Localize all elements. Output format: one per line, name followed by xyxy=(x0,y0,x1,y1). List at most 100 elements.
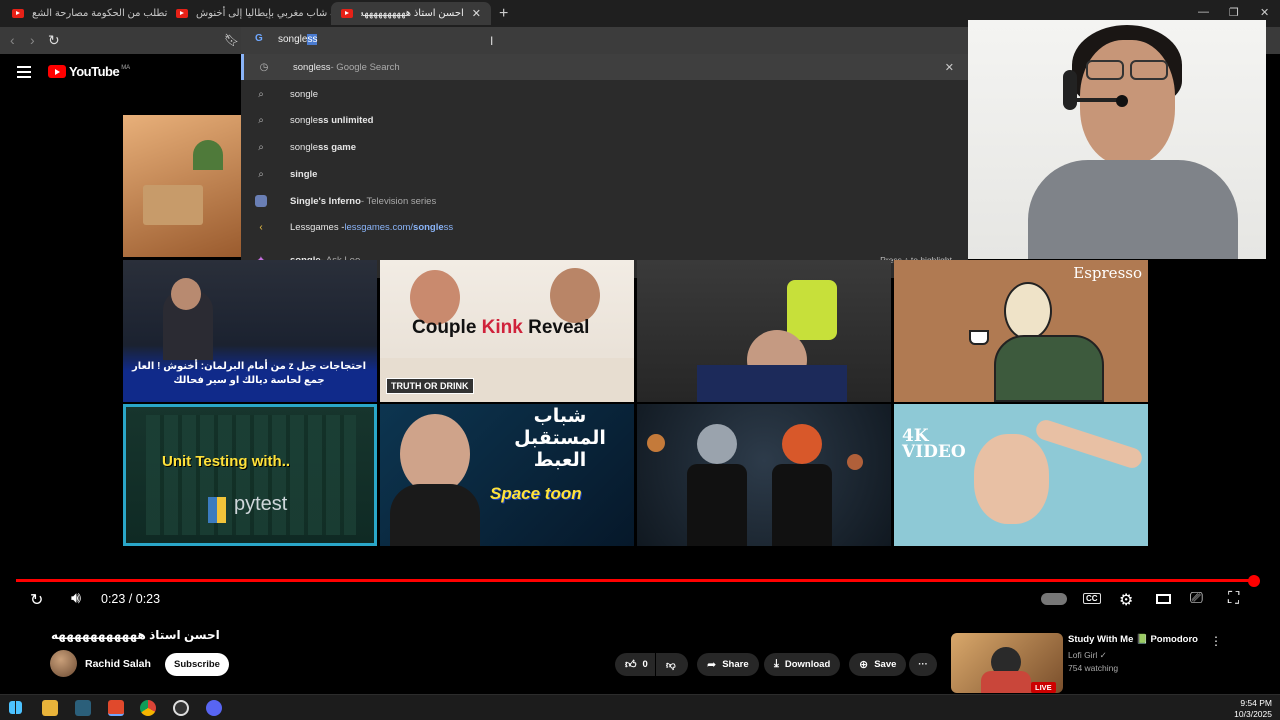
share-label: Share xyxy=(722,659,749,670)
back-icon[interactable]: ‹ xyxy=(10,32,15,48)
clock-date: 10/3/2025 xyxy=(1234,709,1272,719)
suggestion-item[interactable]: Single's Inferno - Television series xyxy=(241,188,968,214)
replay-icon[interactable]: ↻ xyxy=(30,590,43,610)
video-title: احسن استاذ هههههههههههه xyxy=(51,628,220,642)
video-thumbnail[interactable] xyxy=(637,260,891,402)
channel-avatar[interactable] xyxy=(50,650,77,677)
youtube-favicon-icon xyxy=(341,9,353,18)
subscribe-button[interactable]: Subscribe xyxy=(165,653,229,676)
suggestion-text: songless xyxy=(293,61,331,73)
youtube-logo[interactable]: YouTube MA xyxy=(48,64,130,79)
caption-part: Couple xyxy=(412,317,482,338)
thumbnail-caption: Unit Testing with.. xyxy=(162,453,291,470)
suggestion-text: Single's Inferno xyxy=(290,195,361,207)
suggestion-item[interactable]: ⌕ single xyxy=(241,161,968,187)
restore-button[interactable]: ❐ xyxy=(1229,6,1239,19)
suggestion-item[interactable]: ◷ songless - Google Search ✕ xyxy=(241,54,968,80)
autoplay-toggle[interactable] xyxy=(1041,593,1067,605)
close-window-button[interactable]: ✕ xyxy=(1260,6,1269,19)
save-label: Save xyxy=(874,659,897,670)
start-icon[interactable] xyxy=(9,701,22,714)
suggestion-item[interactable]: ⌕ songle xyxy=(241,81,968,107)
menu-icon[interactable] xyxy=(17,66,31,81)
dislike-button[interactable]: 👎︎ xyxy=(656,653,688,676)
save-button[interactable]: ⊕ Save xyxy=(849,653,907,676)
live-badge: LIVE xyxy=(1031,682,1056,693)
video-thumbnail[interactable]: Espresso xyxy=(894,260,1148,402)
video-thumbnail-selected[interactable]: Unit Testing with.. pytest xyxy=(123,404,377,546)
suggestion-url: lessgames.com/ xyxy=(344,221,414,233)
settings-gear-icon[interactable]: ⚙ xyxy=(1119,590,1133,610)
download-label: Download xyxy=(784,659,831,670)
logo-text: YouTube xyxy=(69,64,120,79)
system-clock[interactable]: 9:54 PM 10/3/2025 xyxy=(1234,698,1272,720)
download-icon: ⤓ xyxy=(774,658,779,670)
bookmark-icon[interactable]: 🔖︎ xyxy=(224,33,239,47)
app-icon[interactable] xyxy=(75,700,91,716)
video-thumbnail[interactable]: احتجاجات جيل z من أمام البرلمان: أخنوش !… xyxy=(123,260,377,402)
tab-1[interactable]: طبيبة تطلب من الحكومة مصارحة الشع xyxy=(2,2,170,25)
cast-icon[interactable]: ⎚ xyxy=(1190,590,1203,608)
discord-icon[interactable] xyxy=(206,700,222,716)
tab-2[interactable]: رسالة شاب مغربي بإيطاليا إلى أخنوش xyxy=(166,2,331,25)
caption-part: Reveal xyxy=(522,317,590,338)
share-button[interactable]: ➦ Share xyxy=(697,653,759,676)
address-input[interactable]: songless xyxy=(278,34,318,45)
obs-icon[interactable] xyxy=(173,700,189,716)
tab-title: احسن استاذ ههههههههههه - YouTube xyxy=(361,8,464,19)
tab-title: رسالة شاب مغربي بإيطاليا إلى أخنوش xyxy=(196,8,331,19)
like-button[interactable]: 👍︎ 0 xyxy=(615,653,655,676)
address-bar[interactable]: G songless xyxy=(241,27,968,54)
thumbs-down-icon: 👎︎ xyxy=(666,659,676,671)
subtitles-button[interactable]: CC xyxy=(1083,593,1101,604)
thumbnail-caption: Espresso xyxy=(1073,264,1142,282)
minimize-button[interactable]: — xyxy=(1198,6,1209,18)
file-explorer-icon[interactable] xyxy=(42,700,58,716)
suggestion-completion: ss unlimited xyxy=(318,114,374,126)
typed-text: songle xyxy=(278,34,308,45)
suggestion-item[interactable]: ⌕ songle ss unlimited xyxy=(241,107,968,133)
youtube-play-icon xyxy=(48,65,66,78)
search-icon: ⌕ xyxy=(258,168,264,180)
video-thumbnail[interactable]: 4K VIDEO xyxy=(894,404,1148,546)
recommended-channel[interactable]: Lofi Girl ✓ xyxy=(1068,650,1107,661)
progress-bar[interactable] xyxy=(16,579,1256,582)
fullscreen-icon[interactable]: ⛶ xyxy=(1228,590,1239,608)
video-thumbnail[interactable]: شباب المستقبل العبط Space toon xyxy=(380,404,634,546)
suggestion-suffix: - Television series xyxy=(360,195,437,207)
theater-mode-icon[interactable] xyxy=(1156,594,1171,604)
suggestion-suffix: - Google Search xyxy=(330,61,400,73)
suggestion-item[interactable]: ‹ Lessgames - lessgames.com/songle ss xyxy=(241,214,968,240)
new-tab-button[interactable]: + xyxy=(499,5,508,23)
tab-3-active[interactable]: احسن استاذ ههههههههههه - YouTube ✕ xyxy=(331,2,491,25)
video-thumbnail[interactable] xyxy=(637,404,891,546)
remove-suggestion-icon[interactable]: ✕ xyxy=(945,61,954,74)
suggestion-text: songle xyxy=(290,88,318,100)
show-badge: TRUTH OR DRINK xyxy=(386,378,474,394)
more-actions-button[interactable]: ··· xyxy=(909,653,937,676)
suggestion-text: Lessgames - xyxy=(290,221,345,233)
brave-browser-icon[interactable] xyxy=(108,700,124,716)
thumbnail-caption: 4K VIDEO xyxy=(902,426,966,462)
close-tab-icon[interactable]: ✕ xyxy=(472,7,481,20)
suggestion-item[interactable]: ⌕ songle ss game xyxy=(241,134,968,160)
share-icon: ➦ xyxy=(707,659,717,671)
recommended-title[interactable]: Study With Me 📗 Pomodoro xyxy=(1068,634,1198,645)
volume-icon[interactable]: 🔊︎ xyxy=(71,590,81,608)
kebab-menu-icon[interactable]: ⋮ xyxy=(1210,634,1222,648)
suggestion-text: single xyxy=(290,168,318,180)
search-icon: ⌕ xyxy=(258,141,264,153)
video-thumbnail[interactable] xyxy=(123,115,241,257)
video-thumbnail[interactable]: Couple Kink Reveal TRUTH OR DRINK xyxy=(380,260,634,402)
channel-name[interactable]: Rachid Salah xyxy=(85,658,151,670)
progress-scrubber[interactable] xyxy=(1248,575,1260,587)
search-icon: ⌕ xyxy=(258,114,264,126)
google-icon: G xyxy=(255,33,263,44)
webcam-overlay xyxy=(968,20,1266,259)
forward-icon[interactable]: › xyxy=(30,32,35,48)
chrome-icon[interactable] xyxy=(140,700,156,716)
download-button[interactable]: ⤓ Download xyxy=(764,653,841,676)
reload-icon[interactable]: ↻ xyxy=(48,32,60,49)
recommended-viewers: 754 watching xyxy=(1068,663,1119,673)
windows-taskbar: 9:54 PM 10/3/2025 xyxy=(0,694,1280,720)
